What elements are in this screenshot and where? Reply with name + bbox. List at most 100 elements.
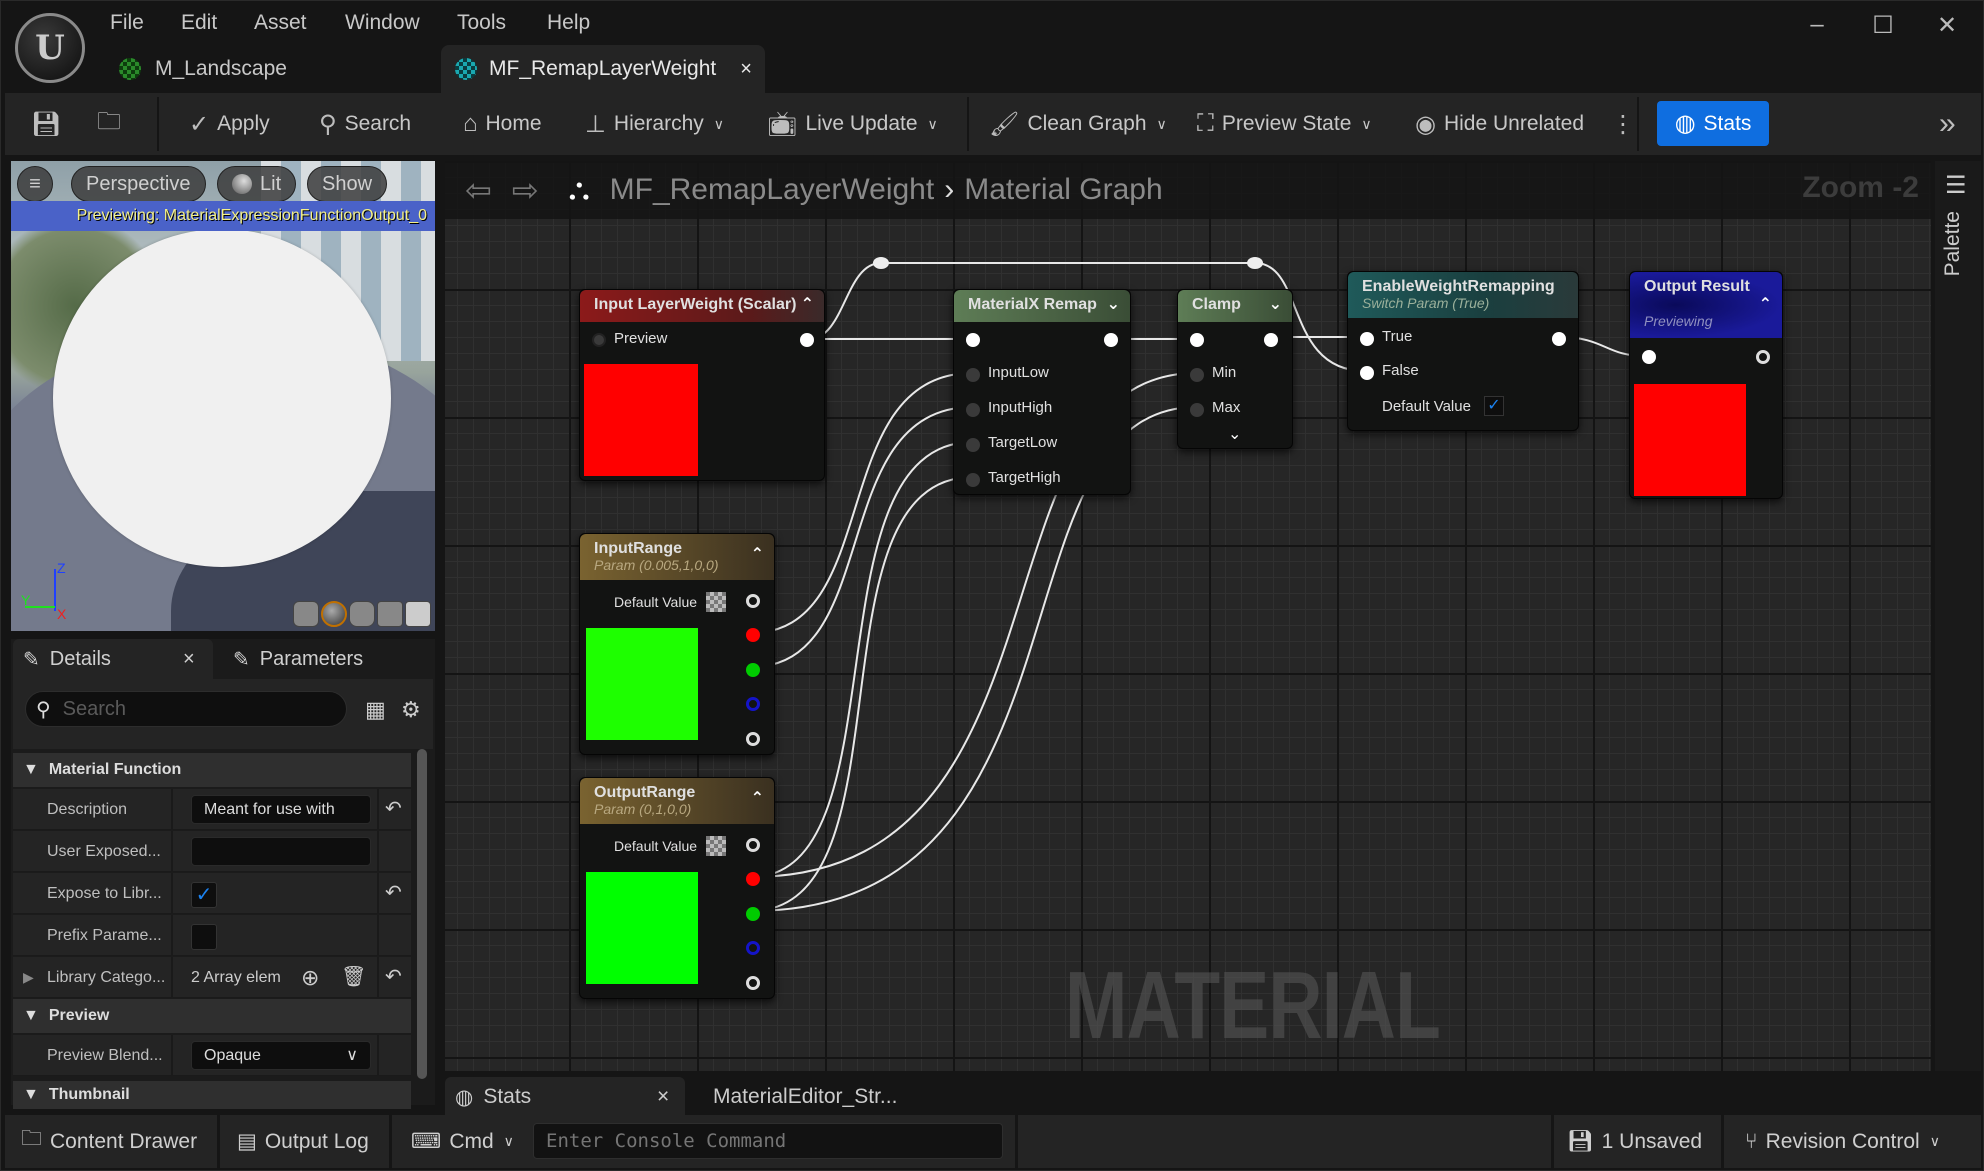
add-element-icon[interactable]: ⊕	[301, 957, 319, 998]
rgba-output-pin[interactable]	[746, 838, 760, 852]
preview-sphere-button[interactable]	[321, 601, 347, 627]
input-pin[interactable]	[966, 333, 980, 347]
details-scrollbar[interactable]	[417, 749, 427, 1079]
rgba-output-pin[interactable]	[746, 594, 760, 608]
r-output-pin[interactable]	[746, 872, 760, 886]
output-pin[interactable]	[1552, 332, 1566, 346]
forward-arrow-icon[interactable]: ⇨	[512, 171, 539, 209]
cmd-dropdown[interactable]: ⌨ Cmd ∨	[411, 1115, 514, 1168]
tab-parameters[interactable]: ✎ Parameters	[223, 639, 363, 679]
toolbar-overflow-button[interactable]: »	[1939, 93, 1956, 155]
minimize-button[interactable]: –	[1797, 11, 1837, 39]
home-button[interactable]: ⌂ Home	[463, 93, 542, 155]
output-pin[interactable]	[800, 333, 814, 347]
description-field[interactable]: Meant for use with	[191, 795, 371, 824]
close-stats-tab-icon[interactable]: ×	[657, 1085, 669, 1109]
preview-input-pin[interactable]	[592, 333, 606, 347]
node-inputrange-param[interactable]: InputRange ⌃ Param (0.005,1,0,0) Default V…	[579, 533, 775, 755]
viewport-menu-button[interactable]: ≡	[17, 166, 53, 202]
close-details-icon[interactable]: ×	[183, 648, 195, 671]
preview-viewport[interactable]: ≡ Perspective Lit Show Previewing: Mater…	[11, 161, 435, 631]
settings-gear-icon[interactable]: ⚙	[401, 697, 421, 723]
output-pin[interactable]	[1756, 350, 1770, 364]
preview-cube-button[interactable]	[377, 601, 403, 627]
browse-button[interactable]: 🗀	[97, 93, 121, 155]
tab-stats[interactable]: ◍ Stats ×	[445, 1077, 685, 1117]
collapse-chevron-icon[interactable]: ⌃	[751, 784, 764, 814]
node-input-layerweight[interactable]: Input LayerWeight (Scalar) ⌃ Preview	[579, 289, 825, 481]
expose-to-library-checkbox[interactable]: ✓	[191, 882, 217, 908]
collapse-chevron-icon[interactable]: ⌃	[751, 540, 764, 570]
max-pin[interactable]	[1190, 403, 1204, 417]
node-outputrange-param[interactable]: OutputRange ⌃ Param (0,1,0,0) Default Valu…	[579, 777, 775, 999]
a-output-pin[interactable]	[746, 976, 760, 990]
menu-help[interactable]: Help	[547, 11, 590, 39]
targethigh-pin[interactable]	[966, 473, 980, 487]
category-preview[interactable]: ▼ Preview	[13, 999, 411, 1033]
b-output-pin[interactable]	[746, 697, 760, 711]
default-value-checkbox[interactable]: ✓	[1484, 396, 1504, 416]
g-output-pin[interactable]	[746, 907, 760, 921]
close-tab-icon[interactable]: ×	[740, 58, 752, 81]
reset-arrow-icon[interactable]: ↶	[385, 873, 402, 914]
show-more-chevron-icon[interactable]: ⌄	[1228, 424, 1241, 444]
color-picker-swatch[interactable]	[706, 592, 726, 612]
live-update-dropdown[interactable]: 📺︎ Live Update ∨	[767, 93, 938, 155]
breadcrumb-asset[interactable]: MF_RemapLayerWeight	[610, 173, 935, 207]
false-pin[interactable]	[1360, 366, 1374, 380]
menu-tools[interactable]: Tools	[457, 11, 506, 39]
preview-state-dropdown[interactable]: ⛶ Preview State ∨	[1197, 93, 1372, 155]
output-pin[interactable]	[1264, 333, 1278, 347]
stats-button[interactable]: ◍ Stats	[1657, 101, 1769, 146]
back-arrow-icon[interactable]: ⇦	[465, 171, 492, 209]
unreal-logo[interactable]: U	[15, 13, 85, 83]
tab-materialeditor-stats[interactable]: MaterialEditor_Str...	[713, 1077, 897, 1117]
perspective-button[interactable]: Perspective	[71, 166, 206, 202]
output-log-button[interactable]: ▤ Output Log	[237, 1115, 369, 1168]
maximize-button[interactable]: ☐	[1863, 11, 1903, 39]
category-thumbnail[interactable]: ▼ Thumbnail	[13, 1081, 411, 1109]
revision-control-dropdown[interactable]: ⑂ Revision Control ∨	[1745, 1115, 1940, 1168]
preview-custom-mesh-button[interactable]	[405, 601, 431, 627]
search-button[interactable]: ⚲ Search	[319, 93, 411, 155]
menu-window[interactable]: Window	[345, 11, 420, 39]
reset-arrow-icon[interactable]: ↶	[385, 789, 402, 830]
apply-button[interactable]: ✓ Apply	[189, 93, 270, 155]
collapse-chevron-icon[interactable]: ⌃	[1759, 290, 1772, 320]
reroute-node[interactable]	[1247, 257, 1263, 269]
true-pin[interactable]	[1360, 332, 1374, 346]
tab-mf-remaplayerweight[interactable]: MF_RemapLayerWeight ×	[441, 45, 765, 93]
collapse-chevron-icon[interactable]: ⌃	[801, 290, 814, 320]
input-pin[interactable]	[1190, 333, 1204, 347]
menu-asset[interactable]: Asset	[254, 11, 307, 39]
unsaved-button[interactable]: 💾︎ 1 Unsaved	[1567, 1115, 1702, 1168]
b-output-pin[interactable]	[746, 941, 760, 955]
tab-m-landscape[interactable]: M_Landscape	[119, 45, 287, 93]
palette-list-icon[interactable]: ☰	[1945, 171, 1967, 200]
preview-cylinder-button[interactable]	[293, 601, 319, 627]
more-options-button[interactable]: ⋮	[1611, 93, 1635, 155]
node-clamp[interactable]: Clamp ⌄ Min Max ⌄	[1177, 289, 1293, 449]
tab-details[interactable]: ✎ Details ×	[13, 639, 213, 679]
node-output-result[interactable]: Output Result ⌃ Previewing	[1629, 271, 1783, 499]
min-pin[interactable]	[1190, 368, 1204, 382]
clean-graph-dropdown[interactable]: 🖌︎ Clean Graph ∨	[989, 93, 1167, 155]
console-command-input[interactable]	[533, 1123, 1003, 1159]
preview-blend-select[interactable]: Opaque ∨	[191, 1041, 371, 1070]
node-enable-weight-remapping[interactable]: EnableWeightRemapping Switch Param (True)…	[1347, 271, 1579, 431]
menu-edit[interactable]: Edit	[181, 11, 217, 39]
lit-button[interactable]: Lit	[217, 166, 297, 202]
r-output-pin[interactable]	[746, 628, 760, 642]
show-button[interactable]: Show	[307, 166, 388, 202]
output-pin[interactable]	[1104, 333, 1118, 347]
node-materialx-remap[interactable]: MaterialX Remap ⌄ InputLow InputHigh Targ…	[953, 289, 1131, 495]
g-output-pin[interactable]	[746, 663, 760, 677]
expand-chevron-icon[interactable]: ⌄	[1269, 290, 1282, 320]
material-graph-canvas[interactable]: MATERIAL FUNCTION ⇦ ⇨	[445, 161, 1931, 1071]
prefix-parameter-checkbox[interactable]	[191, 924, 217, 950]
color-picker-swatch[interactable]	[706, 836, 726, 856]
targetlow-pin[interactable]	[966, 438, 980, 452]
category-material-function[interactable]: ▼ Material Function	[13, 753, 411, 787]
save-button[interactable]: 💾︎	[31, 93, 61, 155]
a-output-pin[interactable]	[746, 732, 760, 746]
